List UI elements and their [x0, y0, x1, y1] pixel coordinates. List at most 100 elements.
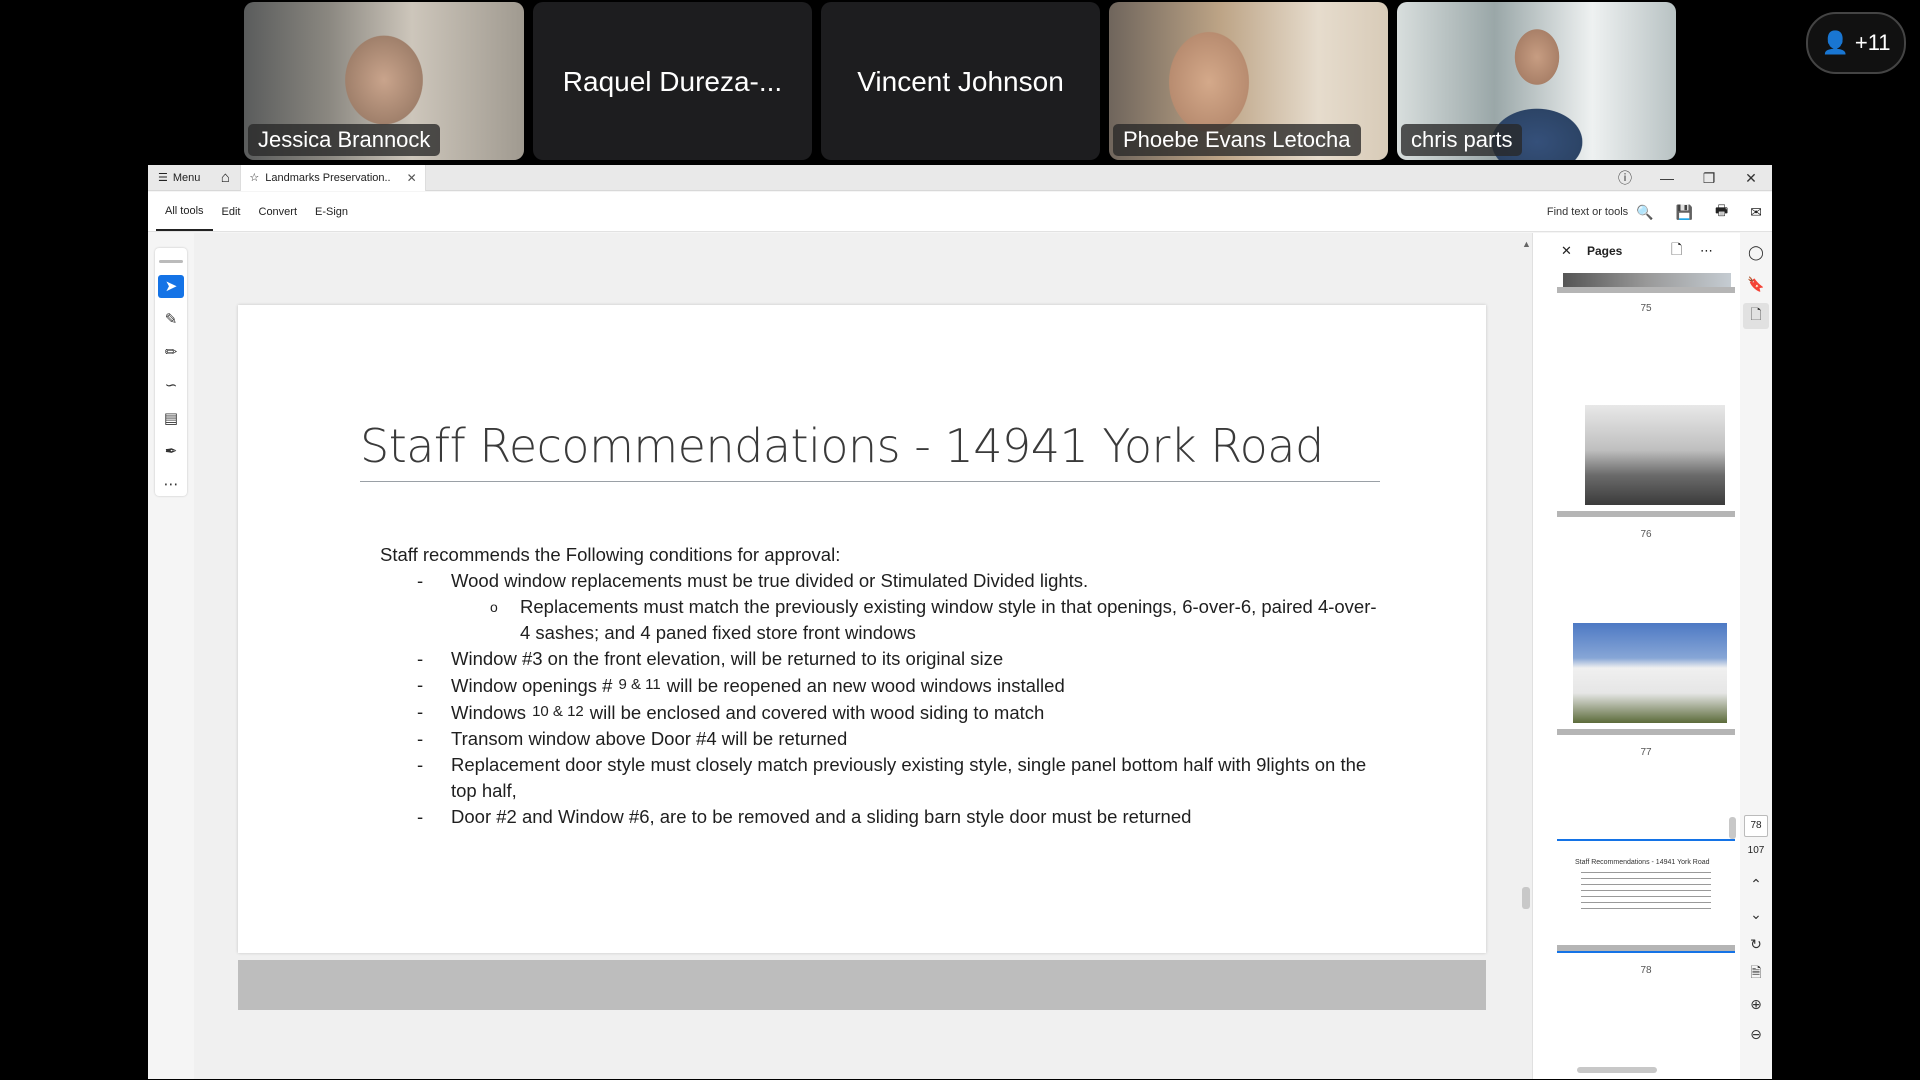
sub-list-item: Replacements must match the previously e… [380, 594, 1380, 646]
save-icon[interactable]: 💾 [1676, 204, 1693, 221]
select-cursor-icon[interactable]: ➤ [158, 274, 184, 298]
participant-name: Vincent Johnson [857, 66, 1064, 97]
participant-tile-5[interactable]: chris parts [1397, 2, 1676, 160]
participant-tile-4[interactable]: Phoebe Evans Letocha [1109, 2, 1388, 160]
tab-all-tools[interactable]: All tools [156, 192, 213, 231]
print-icon[interactable]: 🖶 [1715, 200, 1728, 224]
item-text: will be reopened an new wood windows ins… [666, 675, 1065, 696]
participant-name: Jessica Brannock [248, 124, 441, 156]
thumbnail-caption: Staff Recommendations - 14941 York Road [1575, 859, 1710, 866]
thumbnail-frame [1557, 511, 1735, 517]
help-icon[interactable]: ⓘ [1604, 168, 1646, 188]
list-item: Wood window replacements must be true di… [380, 568, 1380, 594]
item-text: Window openings # [451, 675, 613, 696]
hamburger-icon: ☰ [158, 172, 168, 184]
window-controls: ⓘ — ❐ ✕ [1604, 165, 1772, 191]
pages-icon[interactable]: 🗋 [1743, 303, 1769, 329]
thumbnail-text-lines [1581, 872, 1711, 912]
text-box-icon[interactable]: ▤ [158, 407, 184, 430]
quick-tools-rail: ➤ ✎ ✏ ∽ ▤ ✒ ⋯ [155, 248, 187, 496]
scrollbar-thumb[interactable] [1522, 887, 1530, 909]
chevron-down-icon[interactable]: ⌄ [1743, 901, 1769, 927]
participant-tile-1[interactable]: Jessica Brannock [244, 2, 524, 160]
menu-label: Menu [172, 171, 201, 184]
zoom-in-icon[interactable]: ⊕ [1743, 991, 1769, 1017]
tab-esign[interactable]: E-Sign [306, 192, 357, 231]
comment-icon[interactable]: ◯ [1743, 239, 1769, 265]
total-pages: 107 [1747, 845, 1765, 856]
close-tab-icon[interactable]: ✕ [407, 171, 417, 185]
participant-name: chris parts [1401, 124, 1523, 156]
menu-button[interactable]: ☰ Menu [148, 171, 210, 185]
thumbnail-image [1563, 273, 1731, 287]
tab-edit[interactable]: Edit [213, 192, 250, 231]
participant-video-strip: Jessica Brannock Raquel Dureza-... Vince… [0, 0, 1920, 164]
chevron-up-icon[interactable]: ⌃ [1743, 871, 1769, 897]
thumbnail-frame [1557, 945, 1735, 953]
page-number-label: 75 [1640, 303, 1652, 314]
item-text: will be enclosed and covered with wood s… [589, 702, 1045, 723]
page-thumbnail-76[interactable]: 76 [1557, 405, 1735, 555]
more-tools-icon[interactable]: ⋯ [158, 473, 184, 496]
sign-icon[interactable]: ✒ [158, 440, 184, 463]
add-comment-icon[interactable]: ✎ [158, 308, 184, 331]
participant-tile-2[interactable]: Raquel Dureza-... [533, 2, 812, 160]
thumbnail-image [1573, 623, 1727, 723]
window-numbers: 9 & 11 [618, 676, 661, 693]
star-icon[interactable]: ☆ [249, 171, 259, 184]
document-scrollbar[interactable]: ▲ [1522, 233, 1531, 1079]
list-item: Window #3 on the front elevation, will b… [380, 646, 1380, 672]
close-window-icon[interactable]: ✕ [1730, 170, 1772, 187]
panel-hscroll-thumb[interactable] [1577, 1067, 1657, 1073]
current-page-field[interactable]: 78 [1744, 815, 1768, 837]
person-icon: 👤 [1821, 30, 1849, 55]
page-thumbnail-78[interactable]: Staff Recommendations - 14941 York Road … [1557, 839, 1735, 979]
more-participants-button[interactable]: 👤 +11 [1806, 12, 1906, 74]
participant-name: Phoebe Evans Letocha [1113, 124, 1361, 156]
find-label: Find text or tools [1546, 206, 1629, 218]
right-tool-rail: ◯ 🔖 🗋 78 107 ⌃ ⌄ ↻ 🗎 ⊕ ⊖ [1740, 233, 1772, 1079]
minimize-icon[interactable]: — [1646, 170, 1688, 186]
more-options-icon[interactable]: ⋯ [1700, 243, 1713, 259]
list-item: Window openings # 9 & 11 will be reopened … [380, 672, 1380, 699]
home-icon: ⌂ [220, 169, 230, 186]
participant-tile-3[interactable]: Vincent Johnson [821, 2, 1100, 160]
pages-panel: ✕ Pages 🗋 ⋯ 75 76 77 Staff Recommendatio… [1532, 233, 1740, 1079]
list-item: Transom window above Door #4 will be ret… [380, 726, 1380, 752]
email-icon[interactable]: ✉ [1750, 204, 1762, 221]
page-thumbnail-75[interactable]: 75 [1557, 273, 1735, 333]
panel-horizontal-scrollbar[interactable] [1557, 1065, 1729, 1075]
intro-text: Staff recommends the Following condition… [380, 544, 841, 565]
scroll-up-icon[interactable]: ▲ [1522, 239, 1531, 249]
item-text: Windows [451, 702, 527, 723]
list-item: Door #2 and Window #6, are to be removed… [380, 804, 1380, 830]
restore-icon[interactable]: ❐ [1688, 170, 1730, 187]
main-toolbar: All tools Edit Convert E-Sign Find text … [148, 192, 1772, 232]
rotate-icon[interactable]: ↻ [1743, 931, 1769, 957]
tab-convert[interactable]: Convert [250, 192, 307, 231]
page-title: Staff Recommendations - 14941 York Road [360, 419, 1324, 473]
zoom-out-icon[interactable]: ⊖ [1743, 1021, 1769, 1047]
window-numbers: 10 & 12 [532, 703, 584, 720]
page-thumbnail-77[interactable]: 77 [1557, 623, 1735, 773]
page-fit-icon[interactable]: 🗎 [1743, 961, 1769, 987]
document-tab[interactable]: ☆ Landmarks Preservation.. ✕ [240, 164, 426, 191]
document-canvas[interactable]: ➤ ✎ ✏ ∽ ▤ ✒ ⋯ Staff Recommendations - 14… [155, 233, 1574, 1079]
thumbnail-frame [1557, 729, 1735, 735]
next-page-edge [238, 960, 1486, 1010]
highlight-pen-icon[interactable]: ✏ [158, 341, 184, 364]
insert-page-icon[interactable]: 🗋 [1671, 239, 1682, 263]
page-number-label: 78 [1640, 965, 1652, 976]
home-button[interactable]: ⌂ [210, 169, 240, 186]
find-text-or-tools-button[interactable]: Find text or tools 🔍 [1547, 204, 1654, 221]
pages-panel-header: ✕ Pages 🗋 ⋯ [1533, 233, 1740, 269]
pdf-page: Staff Recommendations - 14941 York Road … [238, 305, 1486, 953]
close-panel-icon[interactable]: ✕ [1561, 243, 1572, 259]
panel-scrollbar-thumb[interactable] [1729, 817, 1736, 839]
draw-freeform-icon[interactable]: ∽ [158, 374, 184, 397]
pages-panel-title: Pages [1587, 244, 1623, 258]
drag-handle[interactable] [159, 260, 183, 263]
list-item: Windows 10 & 12 will be enclosed and cover… [380, 699, 1380, 726]
bookmark-icon[interactable]: 🔖 [1743, 271, 1769, 297]
recommendations-list: Staff recommends the Following condition… [380, 542, 1380, 830]
